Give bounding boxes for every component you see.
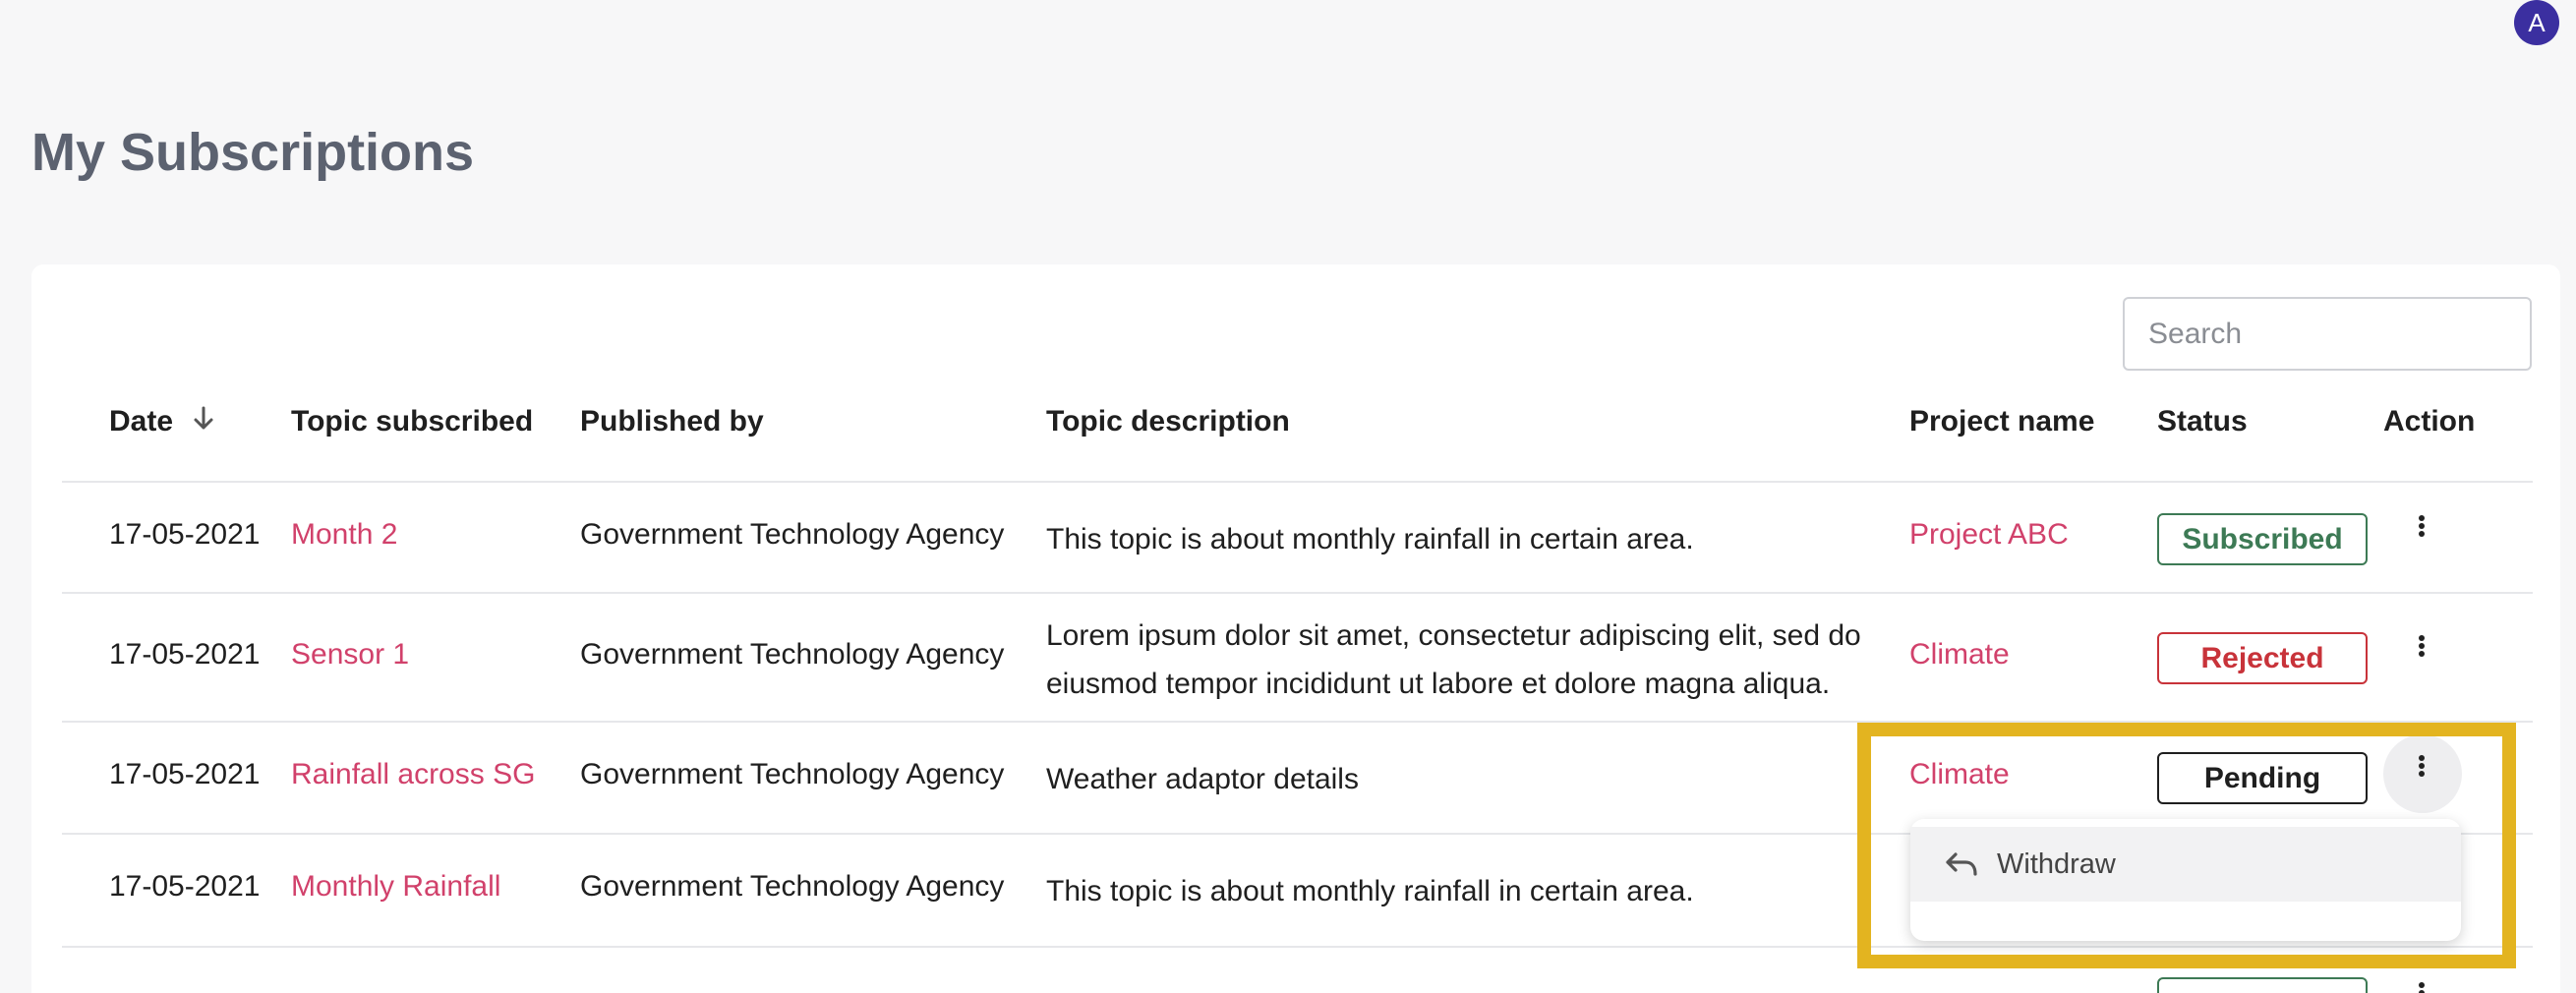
row-date: 17-05-2021 (109, 870, 261, 903)
row-description: This topic is about monthly rainfall in … (1046, 523, 1694, 555)
row-topic-link[interactable]: Month 2 (291, 518, 397, 552)
column-header-publisher[interactable]: Published by (580, 405, 764, 438)
column-header-project[interactable]: Project name (1909, 405, 2094, 438)
more-actions-icon[interactable] (2402, 506, 2441, 546)
more-actions-icon[interactable] (2402, 973, 2441, 993)
row-topic-link[interactable]: Sensor 1 (291, 638, 409, 672)
row-topic-link[interactable]: Rainfall across SG (291, 758, 535, 791)
row-divider (62, 721, 2533, 723)
row-divider (62, 946, 2533, 948)
status-badge: Rejected (2157, 632, 2368, 684)
row-publisher: Government Technology Agency (580, 518, 1005, 551)
user-avatar[interactable]: A (2514, 0, 2559, 45)
status-badge: Pending (2157, 752, 2368, 804)
column-header-description[interactable]: Topic description (1046, 405, 1290, 438)
undo-icon (1944, 850, 1979, 878)
status-badge: Subscribed (2157, 513, 2368, 565)
more-actions-icon[interactable] (2402, 626, 2441, 666)
row-publisher: Government Technology Agency (580, 870, 1005, 903)
row-description: This topic is about monthly rainfall in … (1046, 875, 1694, 907)
sort-descending-icon[interactable] (193, 406, 214, 439)
row-publisher: Government Technology Agency (580, 638, 1005, 671)
row-description: Lorem ipsum dolor sit amet, consectetur … (1046, 619, 1861, 700)
withdraw-label: Withdraw (1997, 847, 2116, 880)
row-description: Weather adaptor details (1046, 763, 1359, 795)
column-header-date[interactable]: Date (109, 405, 214, 439)
page: A My Subscriptions Date Topic subscribed… (0, 0, 2576, 993)
row-date: 17-05-2021 (109, 638, 261, 671)
action-dropdown-menu: Withdraw (1910, 819, 2461, 941)
column-header-action: Action (2383, 405, 2476, 438)
row-project-link[interactable]: Project ABC (1909, 518, 2069, 552)
page-title: My Subscriptions (31, 123, 475, 182)
status-badge-partial (2157, 977, 2368, 993)
row-project-link[interactable]: Climate (1909, 638, 2010, 672)
header-divider (62, 481, 2533, 483)
row-divider (62, 592, 2533, 594)
row-date: 17-05-2021 (109, 758, 261, 790)
column-header-topic[interactable]: Topic subscribed (291, 405, 533, 438)
column-header-date-label: Date (109, 405, 174, 438)
row-project-link[interactable]: Climate (1909, 758, 2010, 791)
row-topic-link[interactable]: Monthly Rainfall (291, 870, 500, 904)
withdraw-menu-item[interactable]: Withdraw (1910, 827, 2461, 902)
row-date: 17-05-2021 (109, 518, 261, 551)
search-input[interactable] (2123, 297, 2532, 371)
row-publisher: Government Technology Agency (580, 758, 1005, 790)
more-actions-icon[interactable] (2402, 746, 2441, 786)
column-header-status[interactable]: Status (2157, 405, 2248, 438)
